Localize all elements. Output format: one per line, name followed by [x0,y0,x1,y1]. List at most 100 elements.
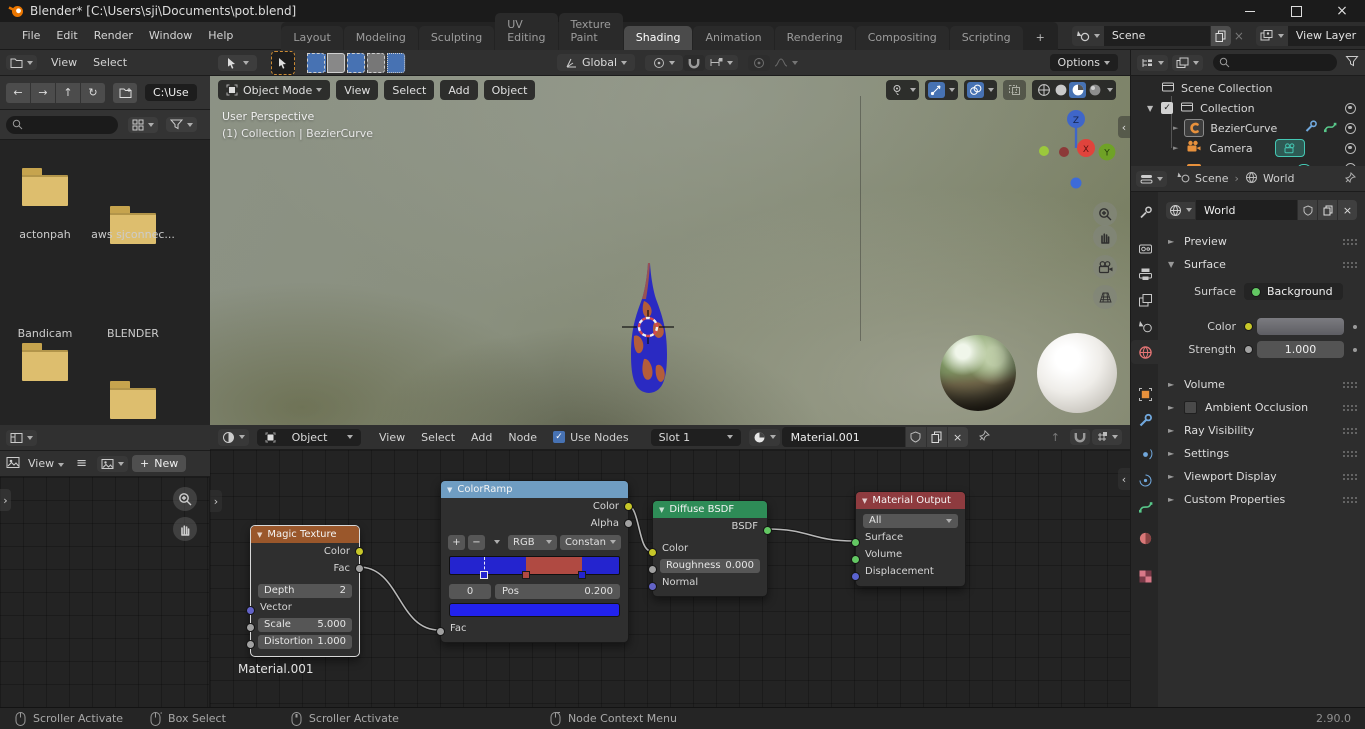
socket-alpha-output[interactable] [624,519,633,528]
outliner-row-partial[interactable] [1131,158,1365,166]
copy-material-button[interactable] [927,427,947,447]
solid-shading-button[interactable] [1052,82,1069,98]
tab-output[interactable] [1131,262,1159,286]
socket-distortion-input[interactable] [246,640,255,649]
panel-settings[interactable]: ►Settings [1158,442,1365,465]
image-editor-canvas[interactable]: › [0,477,210,707]
shader-type-dropdown[interactable]: Object [257,429,361,446]
collapse-triangle-icon[interactable]: ▼ [659,506,664,514]
tab-modifiers[interactable] [1131,408,1159,432]
panel-preview[interactable]: ►Preview [1158,230,1365,253]
panel-viewport-display[interactable]: ►Viewport Display [1158,465,1365,488]
node-snap-mode-dropdown[interactable] [1092,429,1122,445]
outliner-display-mode-dropdown[interactable] [1137,55,1168,71]
socket-surface-input[interactable] [851,538,860,547]
folder-label[interactable]: actonpah [0,228,90,241]
select-set-button[interactable] [307,54,326,72]
navigation-gizmo[interactable]: Z X Y [1038,106,1120,192]
tab-world[interactable] [1131,340,1159,364]
overlays-toggle[interactable] [964,80,997,100]
socket-fac-input[interactable] [436,627,445,636]
go-parent-node-tree-button[interactable]: ↑ [1051,431,1060,444]
select-intersect-button[interactable] [387,54,406,72]
ao-checkbox[interactable] [1184,401,1197,414]
folder-item[interactable] [110,381,156,419]
file-browser-menu-select[interactable]: Select [85,56,135,69]
material-preview-shading-button[interactable] [1069,82,1086,98]
strength-slider[interactable]: 1.000 [1257,341,1344,358]
folder-label[interactable]: aws sjconnec... [88,228,178,241]
tab-tool[interactable] [1131,200,1159,224]
show-gizmo-visibility-dropdown[interactable] [886,80,919,100]
colorramp-gradient-bar[interactable] [449,556,620,575]
outliner-row-camera[interactable]: ► Camera [1131,138,1365,158]
panel-custom-properties[interactable]: ►Custom Properties [1158,488,1365,511]
breadcrumb-world[interactable]: World [1263,172,1295,185]
node-material-output[interactable]: ▼Material Output All Surface Volume Disp… [855,491,966,587]
snap-with-dropdown[interactable] [705,55,738,70]
unlink-material-button[interactable]: × [948,427,968,447]
hide-eye-toggle[interactable] [1345,143,1356,154]
tab-particles[interactable] [1131,442,1159,466]
menu-edit[interactable]: Edit [48,29,85,42]
use-nodes-checkbox[interactable]: ✓ Use Nodes [553,431,629,444]
options-dropdown[interactable]: Options [1050,54,1118,71]
node-snap-toggle[interactable] [1070,429,1090,445]
material-slot-dropdown[interactable]: Slot 1 [651,429,741,446]
tab-layout[interactable]: Layout [281,26,342,50]
folder-item[interactable] [22,168,68,206]
editor-type-image-dropdown[interactable] [6,430,37,446]
socket-normal-input[interactable] [648,582,657,591]
tab-animation[interactable]: Animation [693,26,773,50]
maximize-button[interactable] [1273,0,1319,22]
tab-object-data[interactable] [1131,494,1159,518]
rendered-shading-button[interactable] [1086,82,1103,98]
folder-label[interactable]: Bandicam [0,327,90,340]
tab-texture[interactable] [1131,564,1159,588]
hdri-preview-sphere[interactable] [940,335,1016,411]
path-field[interactable]: C:\Use [145,84,197,101]
collection-checkbox[interactable]: ✓ [1161,102,1173,114]
editor-type-shader-dropdown[interactable] [218,429,249,446]
editor-type-properties-dropdown[interactable] [1136,171,1167,187]
snap-toggle-button[interactable] [683,55,705,71]
shader-editor-canvas[interactable]: ▼Magic Texture Color Fac Depth2 Vector S… [210,450,1130,707]
unlink-world-button[interactable]: × [1338,200,1357,220]
nav-back-button[interactable]: ← [6,83,30,103]
interpolation-dropdown[interactable]: Constan [560,535,621,550]
remove-stop-button[interactable]: − [468,535,485,550]
view-layer-name[interactable]: View Layer [1288,26,1365,46]
nav-forward-button[interactable]: → [31,83,55,103]
outliner-filter-funnel-button[interactable] [1345,55,1359,70]
shader-menu-view[interactable]: View [371,431,413,444]
shader-menu-select[interactable]: Select [413,431,463,444]
shader-menu-add[interactable]: Add [463,431,500,444]
viewport-menu-object[interactable]: Object [484,80,536,100]
tab-scripting[interactable]: Scripting [950,26,1023,50]
tab-shading[interactable]: Shading [624,26,693,50]
distortion-field[interactable]: Distortion1.000 [258,635,352,649]
socket-roughness-input[interactable] [648,565,657,574]
tweak-tool-button[interactable] [271,51,295,75]
minimize-button[interactable] [1227,0,1273,22]
display-mode-dropdown[interactable] [128,117,158,133]
stop-color-swatch[interactable] [449,603,620,617]
zoom-view-button[interactable] [1093,202,1117,226]
xray-toggle[interactable] [1003,80,1026,100]
tab-uv-editing[interactable]: UV Editing [495,13,557,50]
stop-index-field[interactable]: 0 [449,584,491,599]
collapse-triangle-icon[interactable]: ▼ [257,531,262,539]
view-layer-icon[interactable] [1256,26,1288,46]
proportional-falloff-dropdown[interactable] [770,55,802,70]
select-invert-button[interactable] [367,54,386,72]
pan-view-button[interactable] [173,517,197,541]
socket-scale-input[interactable] [246,623,255,632]
curve-data-icon[interactable] [1323,120,1337,136]
tab-render[interactable] [1131,236,1159,260]
nav-refresh-button[interactable]: ↻ [81,83,105,103]
folder-label[interactable]: BLENDER [88,327,178,340]
create-directory-button[interactable] [113,83,137,103]
tab-material[interactable] [1131,526,1159,550]
menu-render[interactable]: Render [86,29,141,42]
world-name-field[interactable]: World [1196,200,1297,220]
